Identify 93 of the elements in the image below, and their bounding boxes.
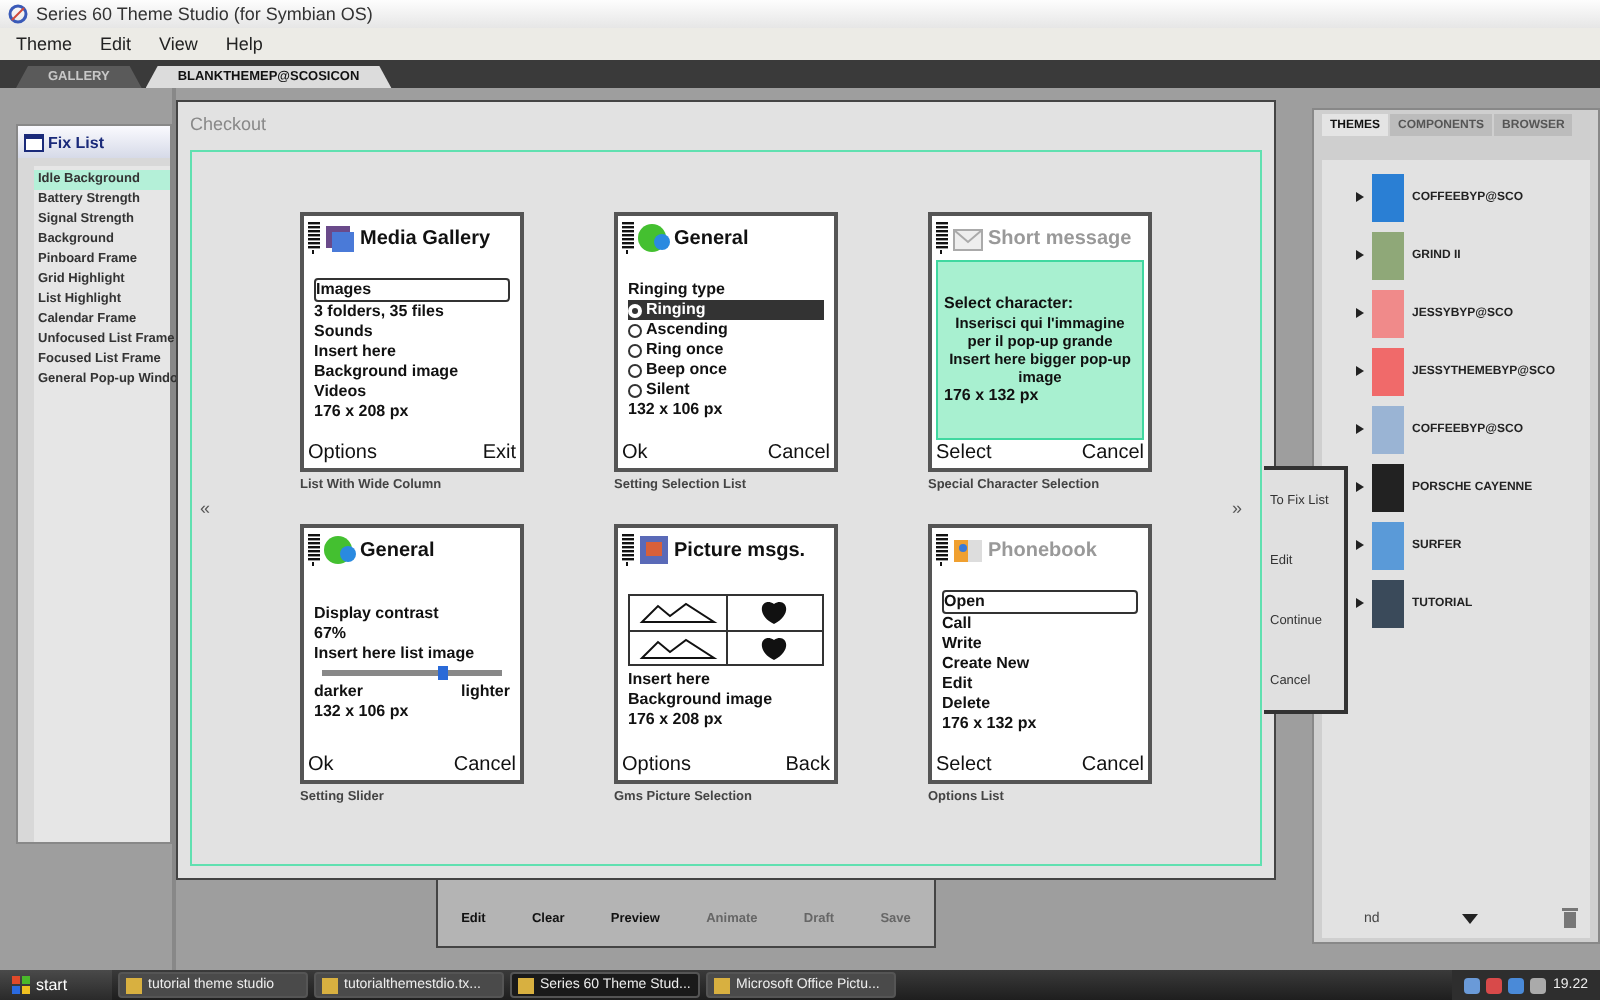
screen-title: Picture msgs.	[674, 539, 806, 561]
softkey-label[interactable]: Select	[936, 752, 992, 780]
softkey-label[interactable]: Cancel	[1081, 752, 1144, 780]
slider-label: lighter	[461, 681, 510, 701]
expand-arrow-icon	[1356, 598, 1364, 608]
screen-text: 176 x 132 px	[944, 386, 1041, 406]
media-folder-icon	[324, 222, 356, 254]
expand-arrow-icon	[1356, 308, 1364, 318]
screen-text: 176 x 132 px	[942, 714, 1039, 734]
screen-text: Display contrast	[314, 603, 441, 623]
slider-thumb[interactable]	[438, 665, 449, 679]
expand-arrow-icon	[1356, 250, 1364, 260]
softkey-label[interactable]: Select	[936, 440, 992, 468]
slider-track[interactable]	[322, 669, 502, 675]
menu-option[interactable]: Call	[942, 614, 1138, 634]
panel-title: Checkout	[190, 114, 269, 134]
signal-bars-icon	[622, 534, 634, 566]
window-icon	[518, 977, 534, 993]
radio-option[interactable]: Ascending	[628, 320, 824, 340]
screen-title: Media Gallery	[360, 227, 491, 249]
expand-arrow-icon	[1356, 192, 1364, 202]
sphere-icon	[638, 222, 670, 254]
menu-item[interactable]: View	[159, 34, 198, 54]
softkey-label[interactable]: Ok	[308, 752, 334, 780]
radio-option[interactable]: Beep once	[628, 360, 824, 380]
screen-text: Insert here	[314, 342, 398, 362]
screen-text: Insert here	[628, 670, 712, 690]
screen-text: 132 x 106 px	[314, 701, 411, 721]
screen-text: 132 x 106 px	[628, 400, 725, 420]
windows-logo-icon	[12, 976, 30, 994]
picture-thumbnail-icon	[637, 598, 718, 627]
screen-text: 67%	[314, 623, 349, 643]
signal-bars-icon	[622, 222, 634, 254]
window-icon	[24, 133, 44, 151]
softkey-label[interactable]: Ok	[622, 440, 648, 468]
expand-arrow-icon	[1356, 482, 1364, 492]
picture-thumbnail-icon	[637, 633, 718, 662]
menu-option[interactable]: Create New	[942, 654, 1138, 674]
softkey-label[interactable]: Cancel	[767, 440, 830, 468]
screen-text: Select character:	[944, 294, 1075, 314]
next-button[interactable]: »	[1232, 498, 1252, 518]
window-icon	[126, 977, 142, 993]
screen-text: Insert here list image	[314, 643, 477, 663]
menu-option[interactable]: Open	[942, 590, 1138, 614]
dropdown-caret-icon[interactable]	[1462, 913, 1479, 923]
menu-option[interactable]: Edit	[942, 674, 1138, 694]
slider-label: darker	[314, 681, 363, 701]
envelope-icon	[952, 224, 984, 252]
panel-title: Fix List	[48, 133, 105, 151]
radio-option[interactable]: Ringing	[628, 300, 824, 320]
signal-bars-icon	[936, 222, 948, 254]
menu-option[interactable]: Images	[314, 278, 510, 302]
signal-bars-icon	[308, 534, 320, 566]
screen-title: General	[674, 227, 749, 249]
sphere-icon	[324, 534, 356, 566]
screen-text: 176 x 208 px	[628, 710, 725, 730]
menu-item[interactable]: Theme	[16, 34, 73, 54]
start-button[interactable]: start	[0, 970, 112, 1000]
screen-text: 3 folders, 35 files	[314, 302, 446, 322]
expand-arrow-icon	[1356, 424, 1364, 434]
radio-option[interactable]: Ring once	[628, 340, 824, 360]
screen-text: Ringing type	[628, 280, 727, 300]
window-icon	[322, 977, 338, 993]
menu-item[interactable]: Edit	[100, 34, 132, 54]
screen-text: Videos	[314, 382, 369, 402]
trash-icon[interactable]	[1561, 908, 1578, 928]
menu-option[interactable]: Write	[942, 634, 1138, 654]
screen-text: Background image	[314, 362, 461, 382]
window-icon	[714, 977, 730, 993]
signal-bars-icon	[936, 534, 948, 566]
softkey-label[interactable]: Options	[308, 440, 377, 468]
screen-title: General	[360, 539, 435, 561]
menu-item[interactable]: Help	[225, 34, 263, 54]
screen-title: Phonebook	[988, 539, 1097, 561]
picture-icon	[638, 534, 670, 566]
menu-option[interactable]: Delete	[942, 694, 1138, 714]
softkey-label[interactable]: Cancel	[453, 752, 516, 780]
contact-card-icon	[952, 536, 984, 564]
screen-text: 176 x 208 px	[314, 402, 411, 422]
screen-text: Sounds	[314, 322, 375, 342]
app-icon	[8, 4, 28, 24]
radio-option[interactable]: Silent	[628, 380, 824, 400]
previous-button[interactable]: «	[200, 498, 220, 518]
softkey-label[interactable]: Exit	[482, 440, 516, 468]
softkey-label[interactable]: Options	[622, 752, 691, 780]
screen-title: Short message	[988, 227, 1132, 249]
softkey-label[interactable]: Back	[785, 752, 830, 780]
expand-arrow-icon	[1356, 540, 1364, 550]
window-title: Series 60 Theme Studio (for Symbian OS)	[36, 4, 373, 24]
screen-text: Background image	[628, 690, 775, 710]
signal-bars-icon	[308, 222, 320, 254]
expand-arrow-icon	[1356, 366, 1364, 376]
softkey-label[interactable]: Cancel	[1081, 440, 1144, 468]
